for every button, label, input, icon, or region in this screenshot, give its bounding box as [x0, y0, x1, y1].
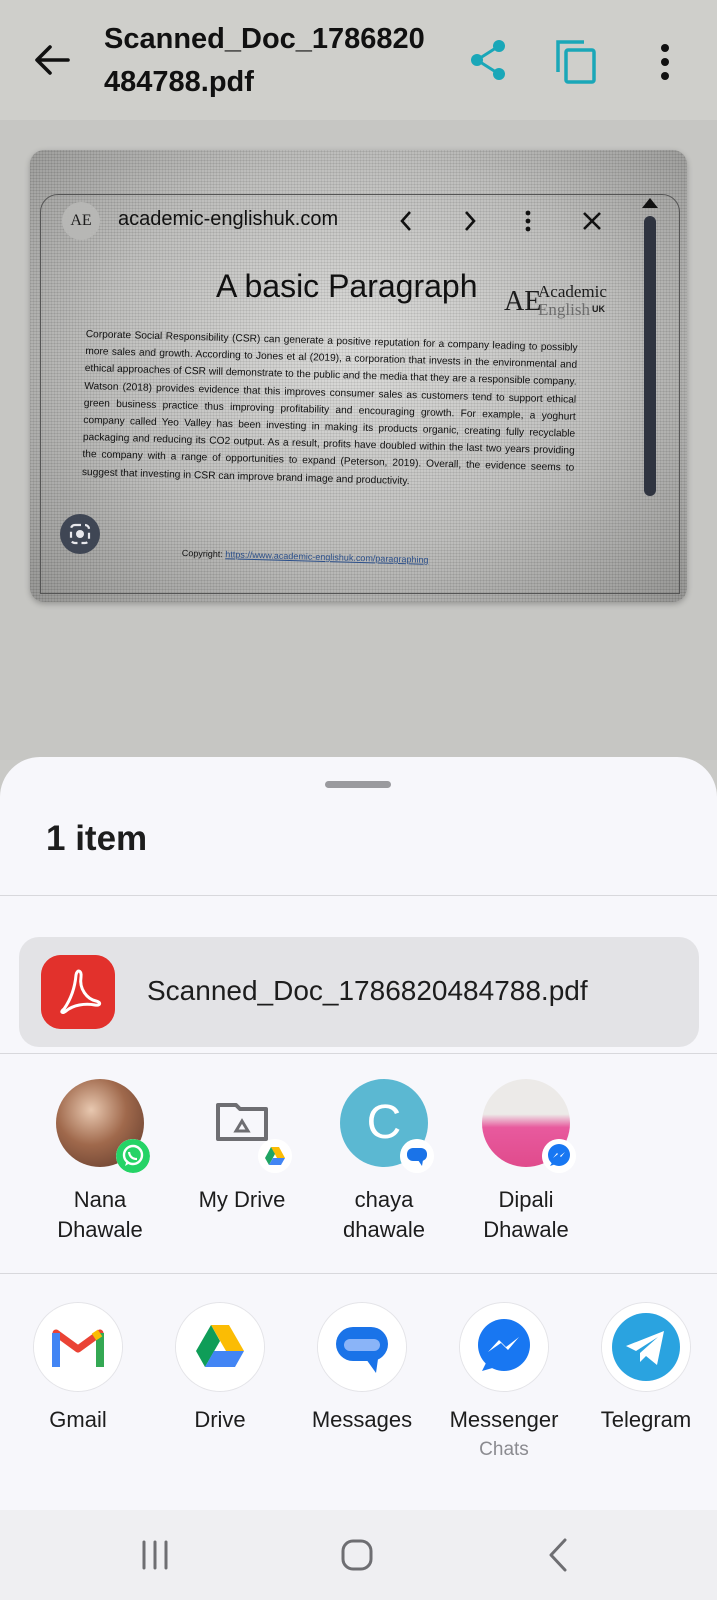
share-sheet: 1 item Scanned_Doc_1786820484788.pdf Nan… — [0, 757, 717, 1510]
messenger-icon — [542, 1139, 576, 1173]
app-label: Drive — [194, 1407, 246, 1432]
app-label: Gmail — [49, 1407, 107, 1432]
back-arrow-icon[interactable] — [30, 38, 74, 82]
google-drive-icon — [258, 1139, 292, 1173]
app-gmail[interactable]: Gmail — [6, 1297, 150, 1477]
app-messages[interactable]: Messages — [290, 1297, 434, 1477]
preview-heading: A basic Paragraph — [216, 268, 478, 304]
scroll-up-arrow-icon — [642, 198, 658, 208]
browser-url: academic-englishuk.com — [118, 208, 339, 230]
top-app-bar: Scanned_Doc_1786820484788.pdf — [0, 0, 717, 120]
app-messenger[interactable]: Messenger Chats — [432, 1297, 576, 1477]
gmail-icon — [34, 1303, 122, 1391]
messenger-icon — [460, 1303, 548, 1391]
divider — [0, 1053, 717, 1054]
shared-file-name: Scanned_Doc_1786820484788.pdf — [147, 975, 588, 1006]
preview-paragraph: Corporate Social Responsibility (CSR) ca… — [81, 328, 578, 487]
messages-icon — [318, 1303, 406, 1391]
app-sublabel: Chats — [479, 1439, 529, 1460]
academic-english-logo: AE Academic English UK — [504, 282, 607, 319]
divider — [0, 1273, 717, 1274]
document-viewer[interactable]: AE academic-englishuk.com A basic Paragr… — [0, 120, 717, 760]
app-share-row: Gmail Drive Messages Messenger Chats Tel… — [0, 1297, 717, 1477]
copy-icon[interactable] — [554, 38, 598, 86]
google-drive-icon — [176, 1303, 264, 1391]
scanned-page-preview[interactable]: AE academic-englishuk.com A basic Paragr… — [30, 150, 687, 602]
direct-share-row: Nana Dhawale My Drive C chaya dhawale Di… — [0, 1077, 717, 1247]
app-label: Messages — [311, 1407, 413, 1432]
document-title: Scanned_Doc_1786820484788.pdf — [104, 23, 425, 98]
contact-name: Dipali Dhawale — [483, 1187, 569, 1242]
contact-name: Nana Dhawale — [57, 1187, 143, 1242]
app-label: Messenger — [449, 1407, 559, 1432]
app-telegram[interactable]: Telegram — [574, 1297, 717, 1477]
contact-name: chaya dhawale — [343, 1187, 425, 1242]
contact-name: My Drive — [198, 1187, 286, 1212]
sheet-drag-handle[interactable] — [325, 781, 391, 788]
preview-scrollbar — [644, 216, 656, 496]
telegram-icon — [602, 1303, 690, 1391]
pdf-icon — [41, 955, 115, 1029]
lens-icon[interactable] — [60, 514, 100, 554]
system-nav-bar — [0, 1510, 717, 1600]
app-label: Telegram — [600, 1407, 692, 1432]
back-icon[interactable] — [534, 1532, 584, 1578]
messages-icon — [400, 1139, 434, 1173]
recents-icon[interactable] — [130, 1532, 180, 1578]
more-vert-icon[interactable] — [648, 40, 682, 84]
whatsapp-icon — [116, 1139, 150, 1173]
browser-nav-icons — [400, 210, 601, 232]
home-icon[interactable] — [332, 1532, 382, 1578]
contact-nana-dhawale[interactable]: Nana Dhawale — [28, 1077, 172, 1247]
contact-dipali-dhawale[interactable]: Dipali Dhawale — [454, 1077, 598, 1247]
contact-my-drive[interactable]: My Drive — [170, 1077, 314, 1247]
divider — [0, 895, 717, 896]
app-drive[interactable]: Drive — [148, 1297, 292, 1477]
site-favicon: AE — [62, 202, 100, 240]
sheet-title: 1 item — [46, 819, 148, 858]
shared-file-card[interactable]: Scanned_Doc_1786820484788.pdf — [19, 937, 699, 1047]
share-icon[interactable] — [466, 38, 510, 82]
contact-chaya-dhawale[interactable]: C chaya dhawale — [312, 1077, 456, 1247]
